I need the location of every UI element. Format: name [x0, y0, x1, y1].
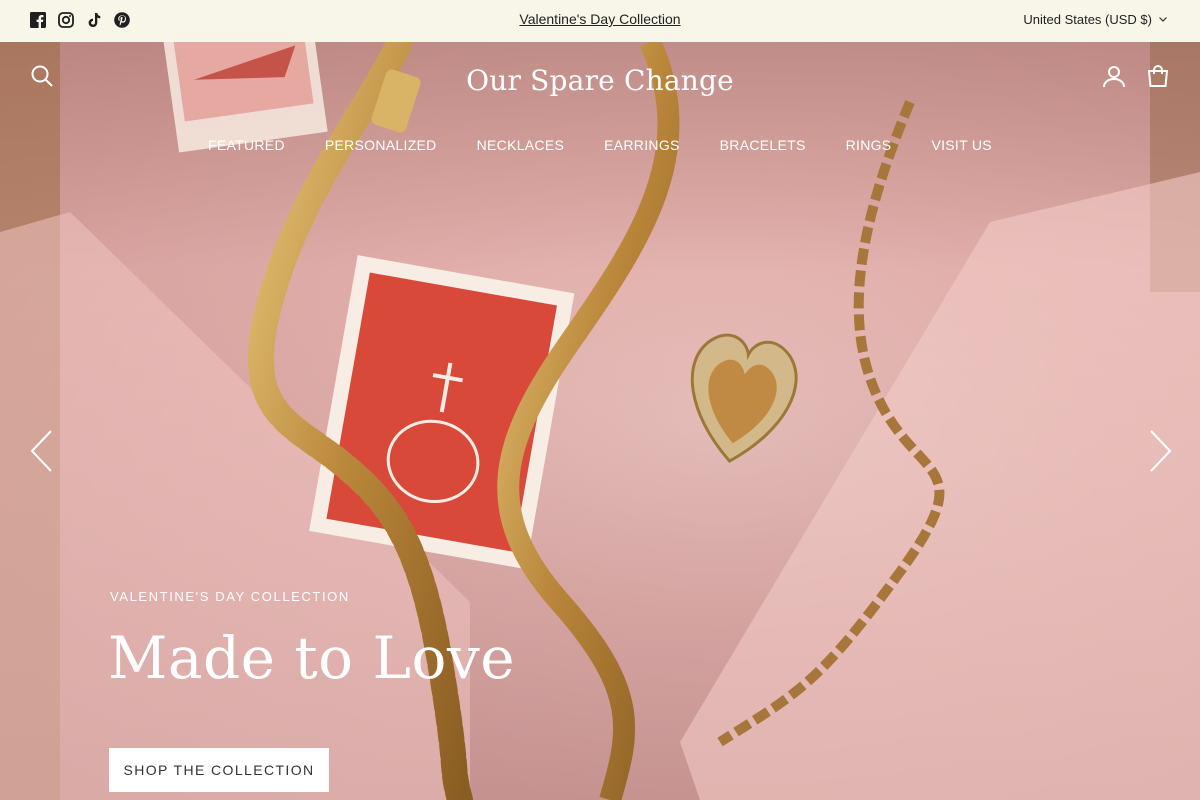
- shop-collection-button[interactable]: SHOP THE COLLECTION: [109, 748, 329, 792]
- nav-item-visit-us[interactable]: VISIT US: [931, 137, 992, 153]
- hero-eyebrow: VALENTINE'S DAY COLLECTION: [110, 589, 350, 604]
- chevron-down-icon: [1158, 12, 1168, 27]
- cart-icon[interactable]: [1146, 64, 1170, 93]
- account-icon[interactable]: [1102, 64, 1126, 93]
- previous-slide-icon[interactable]: [28, 428, 56, 474]
- main-nav: FEATURED PERSONALIZED NECKLACES EARRINGS…: [0, 137, 1200, 153]
- hero-headline: Made to Love: [108, 624, 516, 692]
- hero-banner: Our Spare Change FEATURED PERSONALIZED N…: [0, 42, 1200, 800]
- nav-item-featured[interactable]: FEATURED: [208, 137, 285, 153]
- nav-item-earrings[interactable]: EARRINGS: [604, 137, 680, 153]
- nav-item-personalized[interactable]: PERSONALIZED: [325, 137, 437, 153]
- nav-item-necklaces[interactable]: NECKLACES: [477, 137, 565, 153]
- nav-item-rings[interactable]: RINGS: [846, 137, 892, 153]
- next-slide-icon[interactable]: [1146, 428, 1174, 474]
- announcement-link[interactable]: Valentine's Day Collection: [0, 11, 1200, 27]
- currency-selector[interactable]: United States (USD $): [1023, 12, 1168, 27]
- nav-item-bracelets[interactable]: BRACELETS: [720, 137, 806, 153]
- brand-logo[interactable]: Our Spare Change: [0, 64, 1200, 97]
- currency-label: United States (USD $): [1023, 12, 1152, 27]
- announcement-bar: Valentine's Day Collection United States…: [0, 0, 1200, 42]
